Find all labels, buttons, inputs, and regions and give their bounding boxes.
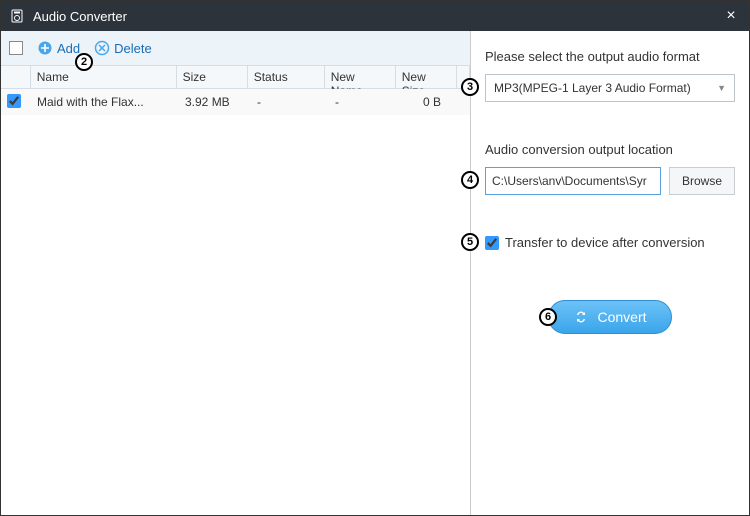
toolbar: Add 2 Delete bbox=[1, 31, 470, 65]
titlebar: Audio Converter × bbox=[1, 1, 749, 31]
col-newname[interactable]: New Name bbox=[325, 65, 396, 89]
close-icon[interactable]: × bbox=[721, 7, 741, 25]
col-status[interactable]: Status bbox=[248, 65, 325, 89]
format-select[interactable]: MP3(MPEG-1 Layer 3 Audio Format) ▼ bbox=[485, 74, 735, 102]
add-icon bbox=[37, 40, 53, 56]
location-input[interactable] bbox=[485, 167, 661, 195]
window-title: Audio Converter bbox=[33, 9, 721, 24]
badge-5: 5 bbox=[461, 233, 479, 251]
table-row[interactable]: Maid with the Flax... 3.92 MB - - 0 B bbox=[1, 89, 470, 115]
transfer-label: Transfer to device after conversion bbox=[505, 235, 705, 250]
select-all-checkbox[interactable] bbox=[9, 41, 23, 55]
delete-button[interactable]: Delete bbox=[94, 40, 152, 56]
cell-status: - bbox=[251, 91, 329, 113]
format-row: 3 MP3(MPEG-1 Layer 3 Audio Format) ▼ bbox=[485, 74, 735, 102]
convert-icon bbox=[573, 309, 589, 325]
add-label: Add bbox=[57, 41, 80, 56]
cell-newsize: 0 B bbox=[401, 91, 463, 113]
col-name[interactable]: Name bbox=[31, 65, 177, 89]
app-icon bbox=[9, 8, 25, 24]
delete-label: Delete bbox=[114, 41, 152, 56]
transfer-checkbox[interactable] bbox=[485, 236, 499, 250]
right-pane: Please select the output audio format 3 … bbox=[471, 31, 749, 515]
chevron-down-icon: ▼ bbox=[717, 83, 726, 93]
col-size[interactable]: Size bbox=[177, 65, 248, 89]
format-value: MP3(MPEG-1 Layer 3 Audio Format) bbox=[494, 81, 691, 95]
location-label: Audio conversion output location bbox=[485, 142, 735, 157]
transfer-row: 5 Transfer to device after conversion bbox=[485, 235, 735, 250]
browse-button[interactable]: Browse bbox=[669, 167, 735, 195]
badge-3: 3 bbox=[461, 78, 479, 96]
left-pane: Add 2 Delete Name Size Status New Name N… bbox=[1, 31, 471, 515]
format-label: Please select the output audio format bbox=[485, 49, 735, 64]
col-check bbox=[1, 65, 31, 89]
table-header: Name Size Status New Name New Size bbox=[1, 65, 470, 89]
badge-2: 2 bbox=[75, 53, 93, 71]
cell-size: 3.92 MB bbox=[179, 91, 251, 113]
cell-newname: - bbox=[329, 91, 401, 113]
convert-button[interactable]: Convert bbox=[548, 300, 671, 334]
delete-icon bbox=[94, 40, 110, 56]
content: Add 2 Delete Name Size Status New Name N… bbox=[1, 31, 749, 515]
convert-label: Convert bbox=[597, 309, 646, 325]
location-row: 4 Browse bbox=[485, 167, 735, 195]
badge-6: 6 bbox=[539, 308, 557, 326]
convert-row: 6 Convert bbox=[485, 300, 735, 334]
add-button[interactable]: Add bbox=[37, 40, 80, 56]
badge-4: 4 bbox=[461, 171, 479, 189]
row-checkbox[interactable] bbox=[7, 94, 21, 108]
col-newsize[interactable]: New Size bbox=[396, 65, 457, 89]
cell-name: Maid with the Flax... bbox=[31, 91, 179, 113]
